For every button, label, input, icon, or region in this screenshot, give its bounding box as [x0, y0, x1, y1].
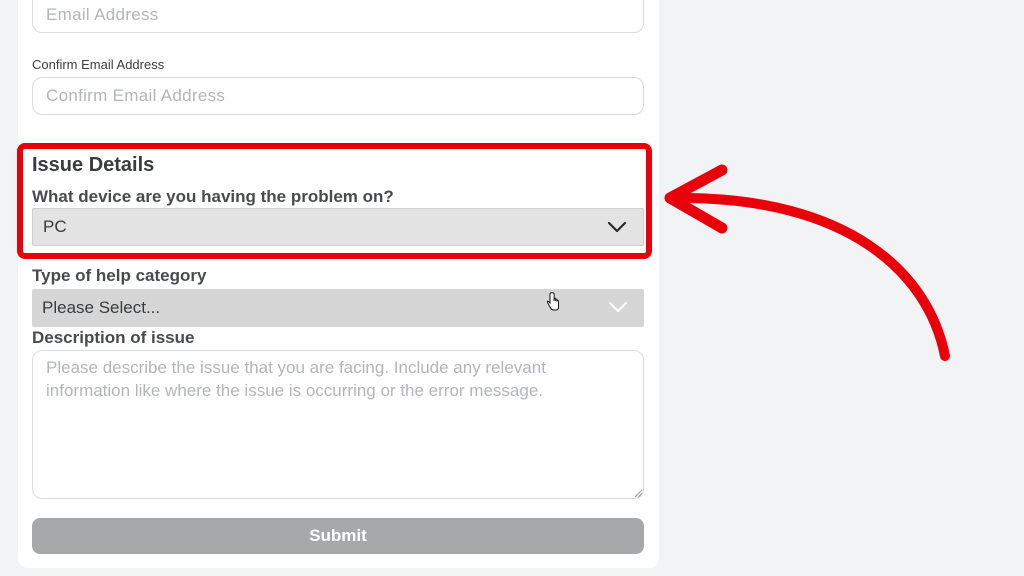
chevron-down-icon — [609, 302, 627, 312]
curved-arrow-icon — [664, 164, 950, 361]
description-textarea[interactable] — [32, 350, 644, 499]
help-category-label: Type of help category — [32, 266, 207, 285]
confirm-email-input[interactable] — [32, 77, 644, 115]
resize-grip-icon[interactable] — [634, 489, 643, 498]
device-select[interactable]: PC — [32, 208, 644, 246]
device-question-label: What device are you having the problem o… — [32, 187, 394, 206]
confirm-email-label: Confirm Email Address — [32, 57, 165, 72]
help-category-selected-value: Please Select... — [42, 298, 161, 317]
email-input[interactable] — [32, 0, 644, 33]
submit-button[interactable]: Submit — [32, 518, 644, 554]
chevron-down-icon — [607, 221, 627, 233]
device-selected-value: PC — [43, 217, 67, 236]
issue-details-heading: Issue Details — [32, 154, 155, 176]
description-label: Description of issue — [32, 328, 195, 347]
hand-pointer-icon — [546, 292, 559, 311]
